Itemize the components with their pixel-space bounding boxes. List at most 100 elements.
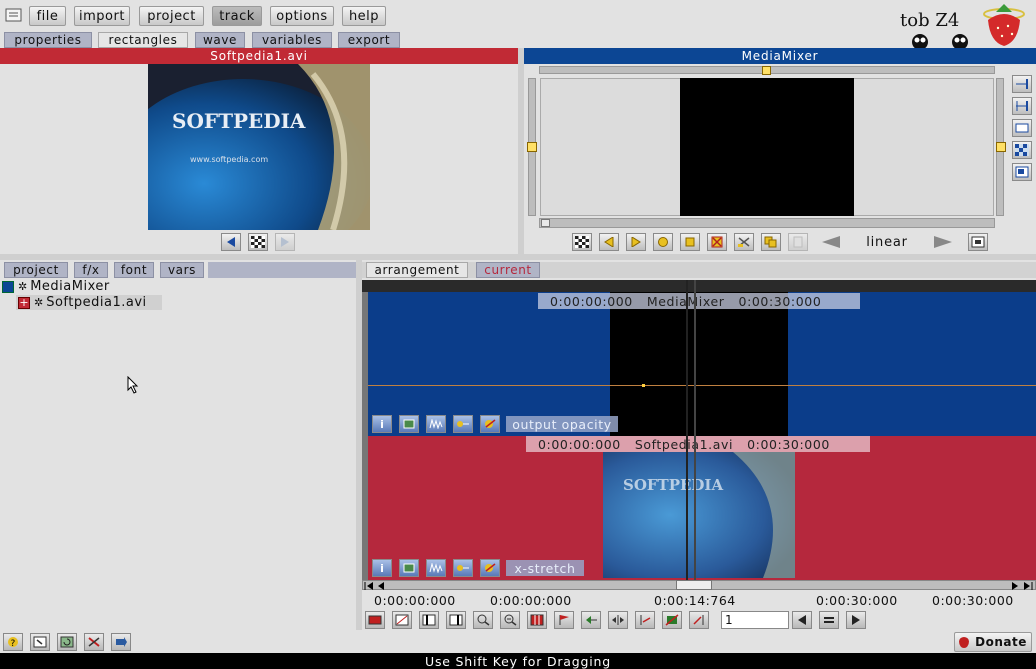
- export-icon[interactable]: [111, 633, 131, 651]
- interpolation-mode[interactable]: linear: [852, 235, 922, 250]
- tree-child[interactable]: + ✲ Softpedia1.avi: [16, 295, 162, 310]
- tab-font[interactable]: font: [114, 262, 154, 278]
- next-key-arrow-icon[interactable]: [932, 234, 956, 250]
- mixer-top-handle[interactable]: [762, 66, 771, 75]
- frame-equal-icon[interactable]: [819, 611, 839, 629]
- snapshot-icon[interactable]: [1012, 163, 1032, 181]
- menu-project[interactable]: project: [139, 6, 204, 26]
- menu-track[interactable]: track: [212, 6, 262, 26]
- marker-flag-icon[interactable]: [554, 611, 574, 629]
- checker-icon[interactable]: [1012, 141, 1032, 159]
- track2-info-icon[interactable]: i: [372, 559, 392, 577]
- import-icon[interactable]: [30, 633, 50, 651]
- tab-rectangles[interactable]: rectangles: [98, 32, 188, 48]
- mark-out-icon[interactable]: [446, 611, 466, 629]
- playhead[interactable]: [686, 280, 698, 580]
- track2-link-icon[interactable]: [453, 559, 473, 577]
- track2-fx-icon[interactable]: [480, 559, 500, 577]
- track1-wave-icon[interactable]: [426, 415, 446, 433]
- left-tabbar-fill: [208, 262, 356, 278]
- record-track-icon[interactable]: [365, 611, 385, 629]
- frame-icon[interactable]: [1012, 119, 1032, 137]
- zoom-out-icon[interactable]: [500, 611, 520, 629]
- tab-properties[interactable]: properties: [4, 32, 92, 48]
- filmstrip-icon[interactable]: [527, 611, 547, 629]
- donate-label: Donate: [975, 635, 1027, 649]
- mark-in-icon[interactable]: [419, 611, 439, 629]
- track2-header[interactable]: 0:00:00:000 Softpedia1.avi 0:00:30:000: [526, 436, 870, 452]
- frame-next-icon[interactable]: [846, 611, 866, 629]
- record-icon[interactable]: [653, 233, 673, 251]
- mixer-left-handle[interactable]: [527, 142, 537, 152]
- copy-icon[interactable]: [761, 233, 781, 251]
- mixer-checker-icon[interactable]: [572, 233, 592, 251]
- tab-wave[interactable]: wave: [195, 32, 245, 48]
- tab-fx[interactable]: f/x: [74, 262, 108, 278]
- sync-icon[interactable]: [689, 611, 709, 629]
- snap-icon[interactable]: [635, 611, 655, 629]
- tools-icon[interactable]: [84, 633, 104, 651]
- tab-project[interactable]: project: [4, 262, 68, 278]
- mixer-right-handle[interactable]: [996, 142, 1006, 152]
- track2-frame-icon[interactable]: [399, 559, 419, 577]
- tab-variables[interactable]: variables: [252, 32, 332, 48]
- expand-icon[interactable]: +: [18, 296, 30, 309]
- frame-input[interactable]: 1: [721, 611, 789, 629]
- fit-width-icon[interactable]: [1012, 75, 1032, 93]
- track2-thumb-text: SOFTPEDIA: [623, 476, 723, 494]
- paste-icon[interactable]: [788, 233, 808, 251]
- source-next-button[interactable]: [275, 233, 295, 251]
- trim-icon[interactable]: [662, 611, 682, 629]
- fit-height-icon[interactable]: [1012, 97, 1032, 115]
- scroll-end-icon[interactable]: [1023, 580, 1033, 590]
- help-icon[interactable]: ?: [3, 633, 23, 651]
- menu-help[interactable]: help: [342, 6, 386, 26]
- track1-fx-icon[interactable]: [480, 415, 500, 433]
- mixer-bottom-handle[interactable]: [541, 219, 550, 227]
- track1-header[interactable]: 0:00:00:000 MediaMixer 0:00:30:000: [538, 293, 860, 309]
- horizontal-splitter[interactable]: [0, 254, 1036, 260]
- tab-arrangement[interactable]: arrangement: [366, 262, 468, 278]
- track1-frame-icon[interactable]: [399, 415, 419, 433]
- tab-vars[interactable]: vars: [160, 262, 204, 278]
- menu-file[interactable]: file: [29, 6, 66, 26]
- menu-options[interactable]: options: [270, 6, 334, 26]
- track2-param-label[interactable]: x-stretch: [506, 560, 584, 576]
- tree-child-label: Softpedia1.avi: [46, 295, 147, 310]
- app-menu-icon[interactable]: [4, 6, 24, 24]
- tab-current[interactable]: current: [476, 262, 540, 278]
- tab-export[interactable]: export: [338, 32, 400, 48]
- stop-icon[interactable]: [680, 233, 700, 251]
- track1-param-label[interactable]: output opacity: [506, 416, 618, 432]
- mixer-settings-icon[interactable]: [968, 233, 988, 251]
- track1-link-icon[interactable]: [453, 415, 473, 433]
- preview-splitter[interactable]: [518, 48, 524, 254]
- source-transparency-button[interactable]: [248, 233, 268, 251]
- menu-import[interactable]: import: [74, 6, 130, 26]
- scroll-left-icon[interactable]: [376, 580, 386, 590]
- delete-key-icon[interactable]: [707, 233, 727, 251]
- rewind-icon[interactable]: [599, 233, 619, 251]
- track1-key-point[interactable]: [642, 384, 645, 387]
- source-prev-button[interactable]: [221, 233, 241, 251]
- mixer-hscroll-bottom[interactable]: [539, 218, 995, 228]
- scroll-right-icon[interactable]: [1010, 580, 1020, 590]
- scroll-start-icon[interactable]: [364, 580, 374, 590]
- refresh-icon[interactable]: [57, 633, 77, 651]
- play-icon[interactable]: [626, 233, 646, 251]
- tree-root[interactable]: ✲ MediaMixer: [0, 279, 130, 294]
- cut-icon[interactable]: [734, 233, 754, 251]
- track2-wave-icon[interactable]: [426, 559, 446, 577]
- loop-icon[interactable]: [581, 611, 601, 629]
- frame-prev-icon[interactable]: [792, 611, 812, 629]
- prev-key-arrow-icon[interactable]: [818, 234, 842, 250]
- edit-curve-icon[interactable]: [392, 611, 412, 629]
- track2-end: 0:00:30:000: [747, 436, 830, 452]
- mouse-cursor-icon: [127, 375, 139, 397]
- donate-button[interactable]: Donate: [954, 632, 1032, 652]
- track1-info-icon[interactable]: i: [372, 415, 392, 433]
- zoom-in-icon[interactable]: [473, 611, 493, 629]
- collapse-icon[interactable]: [2, 280, 14, 293]
- timeline-scroll-thumb[interactable]: [676, 580, 712, 590]
- split-icon[interactable]: [608, 611, 628, 629]
